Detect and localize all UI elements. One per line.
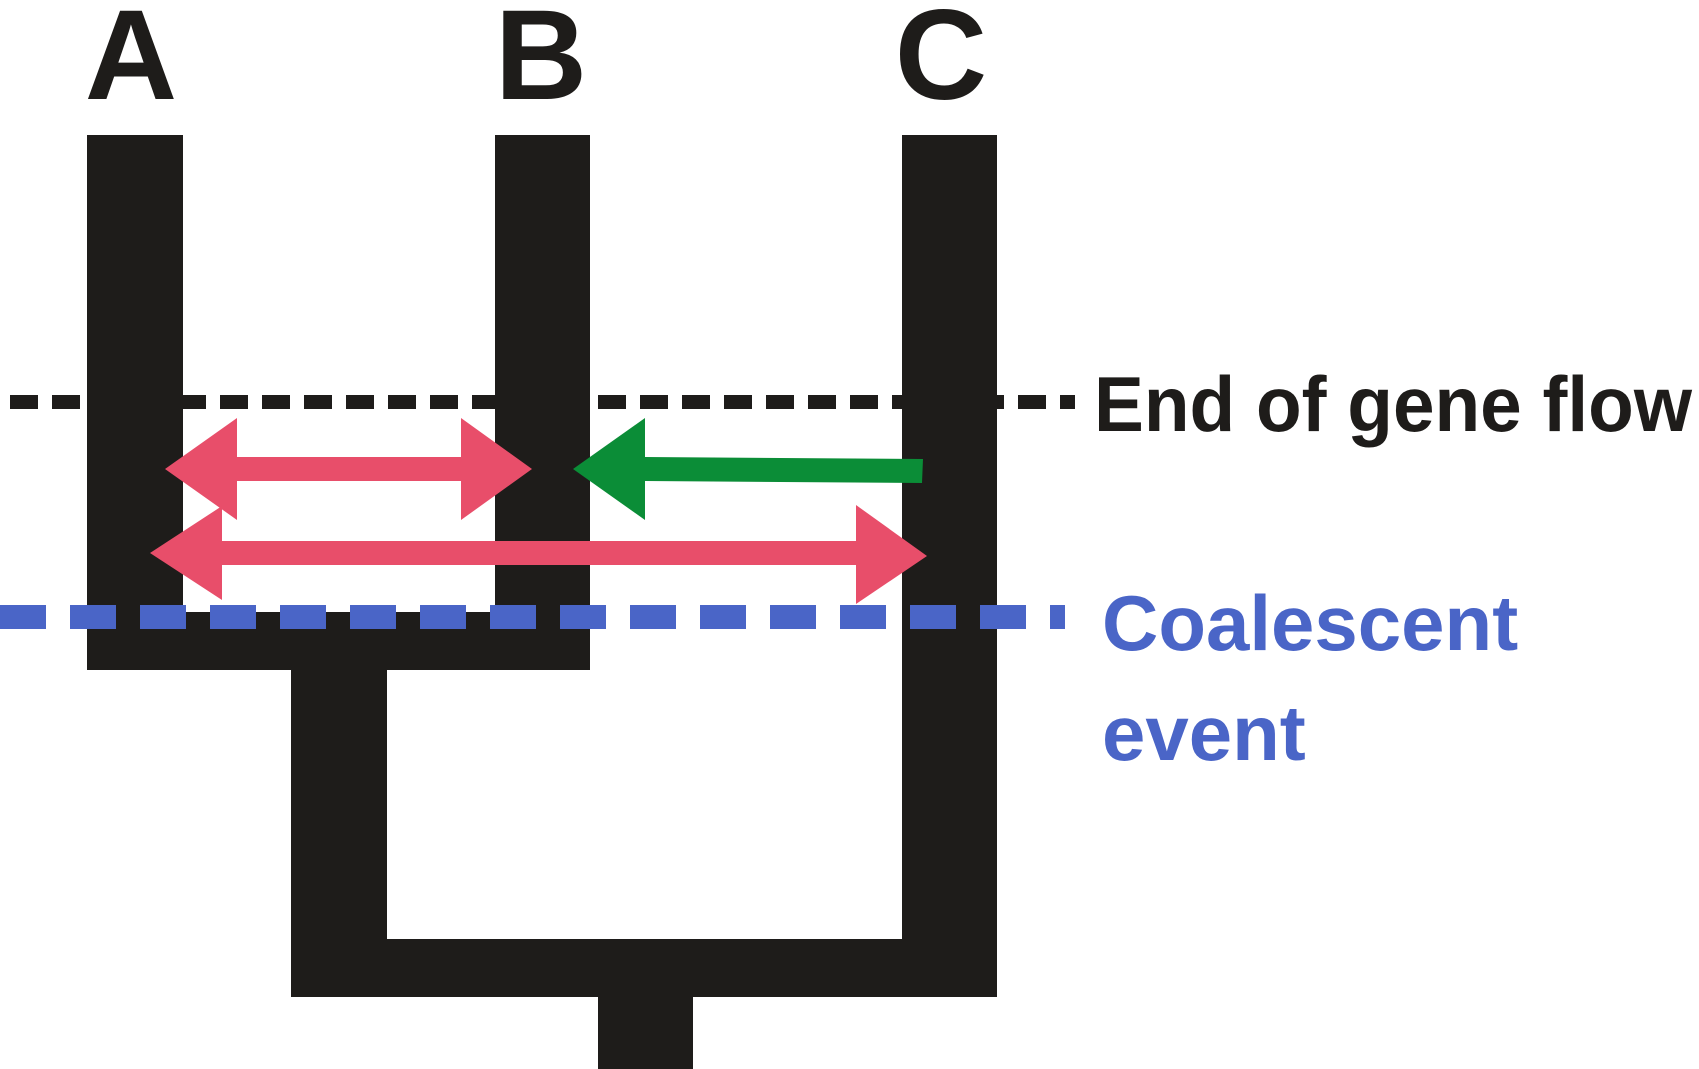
taxon-label-a: A: [85, 0, 177, 127]
branch-root-stem: [598, 997, 693, 1069]
branch-root-horizontal: [291, 939, 997, 997]
taxon-label-b: B: [495, 0, 587, 127]
branch-c: [902, 135, 997, 997]
tree: [87, 135, 997, 1069]
coalescent-label-line1: Coalescent: [1102, 579, 1518, 667]
gene-flow-end-label: End of gene flow: [1094, 360, 1692, 448]
taxon-label-c: C: [895, 0, 987, 127]
coalescent-label-line2: event: [1102, 689, 1306, 777]
phylogeny-diagram: A B C End of gene flow Coalescent event: [0, 0, 1692, 1069]
gene-flow-arrow-a-b: [165, 418, 532, 520]
gene-flow-arrow-c-b: [573, 418, 923, 520]
